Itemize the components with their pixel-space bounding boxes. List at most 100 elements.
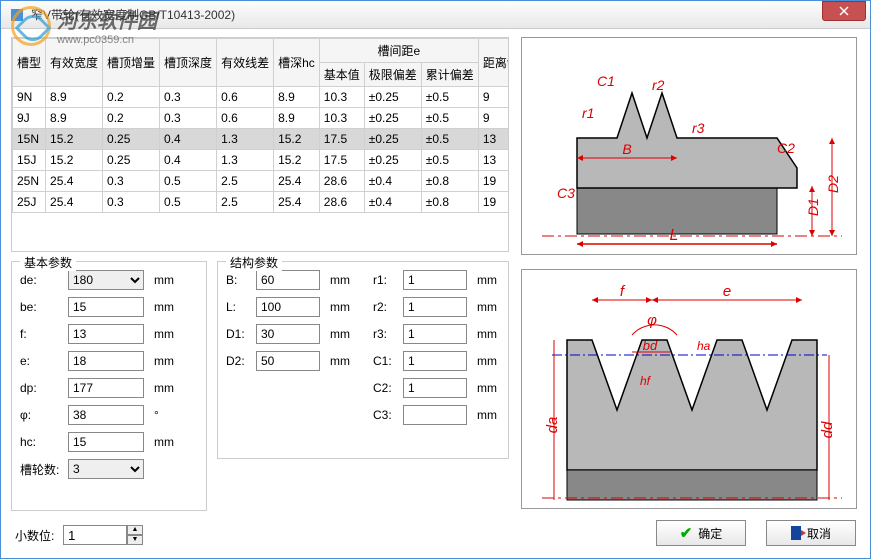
- table-cell: 8.9: [46, 108, 103, 129]
- r1-unit: mm: [477, 273, 497, 287]
- e-label: e:: [20, 354, 68, 368]
- svg-text:e: e: [723, 283, 731, 300]
- svg-text:φ: φ: [647, 312, 657, 329]
- decimal-input[interactable]: [63, 525, 127, 545]
- be-input[interactable]: [68, 297, 144, 317]
- r2-input[interactable]: [403, 297, 467, 317]
- table-row[interactable]: 25N25.40.30.52.525.428.6±0.4±0.819: [13, 171, 510, 192]
- L-input[interactable]: [256, 297, 320, 317]
- D1-input[interactable]: [256, 324, 320, 344]
- th-diff[interactable]: 有效线差: [217, 39, 274, 87]
- th-f[interactable]: 距离f: [478, 39, 509, 87]
- decimal-up-button[interactable]: ▲: [127, 525, 143, 535]
- svg-text:dd: dd: [819, 421, 836, 438]
- table-cell: 15.2: [274, 150, 320, 171]
- r2-unit: mm: [477, 300, 497, 314]
- table-cell: 0.25: [103, 129, 160, 150]
- e-input[interactable]: [68, 351, 144, 371]
- table-cell: 0.5: [160, 192, 217, 213]
- table-cell: ±0.25: [364, 108, 421, 129]
- C3-input[interactable]: [403, 405, 467, 425]
- decimal-label: 小数位:: [15, 527, 63, 544]
- table-cell: 1.3: [217, 150, 274, 171]
- C1-input[interactable]: [403, 351, 467, 371]
- diagram-1: L B C1 C2 C3 r1 r2 r3 D1 D2: [521, 37, 857, 255]
- th-depth[interactable]: 槽顶深度: [160, 39, 217, 87]
- th-group-e[interactable]: 槽间距e: [319, 39, 478, 63]
- table-cell: 0.4: [160, 129, 217, 150]
- grooves-select[interactable]: 3: [68, 459, 144, 479]
- th-type[interactable]: 槽型: [13, 39, 46, 87]
- struct-params-group: 结构参数 B:mm L:mm D1:mm D2:mm r1:mm r2:mm r…: [217, 261, 509, 459]
- table-cell: 0.6: [217, 87, 274, 108]
- table-cell: 25.4: [274, 171, 320, 192]
- B-unit: mm: [330, 273, 350, 287]
- r3-unit: mm: [477, 327, 497, 341]
- close-button[interactable]: [822, 1, 866, 21]
- cancel-button[interactable]: 取消: [766, 520, 856, 546]
- table-cell: 19: [478, 171, 509, 192]
- main-window: 窄V带轮(有效宽度制GB/T10413-2002) 河东软件园 www.pc03…: [0, 0, 871, 559]
- table-cell: 25.4: [274, 192, 320, 213]
- hc-input[interactable]: [68, 432, 144, 452]
- th-limit[interactable]: 极限偏差: [364, 63, 421, 87]
- data-table: 槽型 有效宽度 槽顶增量 槽顶深度 有效线差 槽深hc 槽间距e 距离f 基本值…: [12, 38, 509, 213]
- ok-button[interactable]: ✔ 确定: [656, 520, 746, 546]
- C2-input[interactable]: [403, 378, 467, 398]
- svg-text:f: f: [620, 283, 626, 300]
- C3-label: C3:: [373, 408, 403, 422]
- dp-input[interactable]: [68, 378, 144, 398]
- table-cell: 9J: [13, 108, 46, 129]
- table-row[interactable]: 15J15.20.250.41.315.217.5±0.25±0.513: [13, 150, 510, 171]
- table-cell: 0.2: [103, 108, 160, 129]
- dp-label: dp:: [20, 381, 68, 395]
- r1-input[interactable]: [403, 270, 467, 290]
- table-cell: 1.3: [217, 129, 274, 150]
- e-unit: mm: [154, 354, 174, 368]
- D1-unit: mm: [330, 327, 350, 341]
- table-cell: 2.5: [217, 192, 274, 213]
- table-cell: 15.2: [274, 129, 320, 150]
- table-cell: 0.3: [160, 108, 217, 129]
- r3-label: r3:: [373, 327, 403, 341]
- svg-text:D1: D1: [805, 198, 821, 216]
- svg-text:B: B: [622, 141, 631, 157]
- table-cell: 0.3: [103, 171, 160, 192]
- table-cell: 15.2: [46, 150, 103, 171]
- svg-text:da: da: [544, 417, 561, 434]
- r3-input[interactable]: [403, 324, 467, 344]
- th-inc[interactable]: 槽顶增量: [103, 39, 160, 87]
- svg-text:C1: C1: [597, 73, 615, 89]
- th-cum[interactable]: 累计偏差: [421, 63, 478, 87]
- table-cell: 8.9: [274, 108, 320, 129]
- table-cell: ±0.5: [421, 129, 478, 150]
- phi-input[interactable]: [68, 405, 144, 425]
- decimal-down-button[interactable]: ▼: [127, 535, 143, 545]
- svg-text:r1: r1: [582, 105, 594, 121]
- B-input[interactable]: [256, 270, 320, 290]
- table-cell: 10.3: [319, 108, 364, 129]
- table-cell: ±0.25: [364, 129, 421, 150]
- table-cell: 0.3: [160, 87, 217, 108]
- svg-text:C3: C3: [557, 185, 575, 201]
- table-cell: 13: [478, 129, 509, 150]
- titlebar: 窄V带轮(有效宽度制GB/T10413-2002): [1, 1, 870, 29]
- de-select[interactable]: 180: [68, 270, 144, 290]
- C2-label: C2:: [373, 381, 403, 395]
- f-input[interactable]: [68, 324, 144, 344]
- f-unit: mm: [154, 327, 174, 341]
- data-table-area[interactable]: 槽型 有效宽度 槽顶增量 槽顶深度 有效线差 槽深hc 槽间距e 距离f 基本值…: [11, 37, 509, 252]
- th-hc[interactable]: 槽深hc: [274, 39, 320, 87]
- D2-input[interactable]: [256, 351, 320, 371]
- table-row[interactable]: 9J8.90.20.30.68.910.3±0.25±0.59: [13, 108, 510, 129]
- table-row[interactable]: 9N8.90.20.30.68.910.3±0.25±0.59: [13, 87, 510, 108]
- table-row[interactable]: 25J25.40.30.52.525.428.6±0.4±0.819: [13, 192, 510, 213]
- table-cell: ±0.4: [364, 171, 421, 192]
- table-row[interactable]: 15N15.20.250.41.315.217.5±0.25±0.513: [13, 129, 510, 150]
- th-base[interactable]: 基本值: [319, 63, 364, 87]
- table-cell: 25J: [13, 192, 46, 213]
- ok-label: 确定: [698, 525, 722, 542]
- svg-text:bd: bd: [643, 338, 658, 353]
- th-width[interactable]: 有效宽度: [46, 39, 103, 87]
- table-cell: 0.6: [217, 108, 274, 129]
